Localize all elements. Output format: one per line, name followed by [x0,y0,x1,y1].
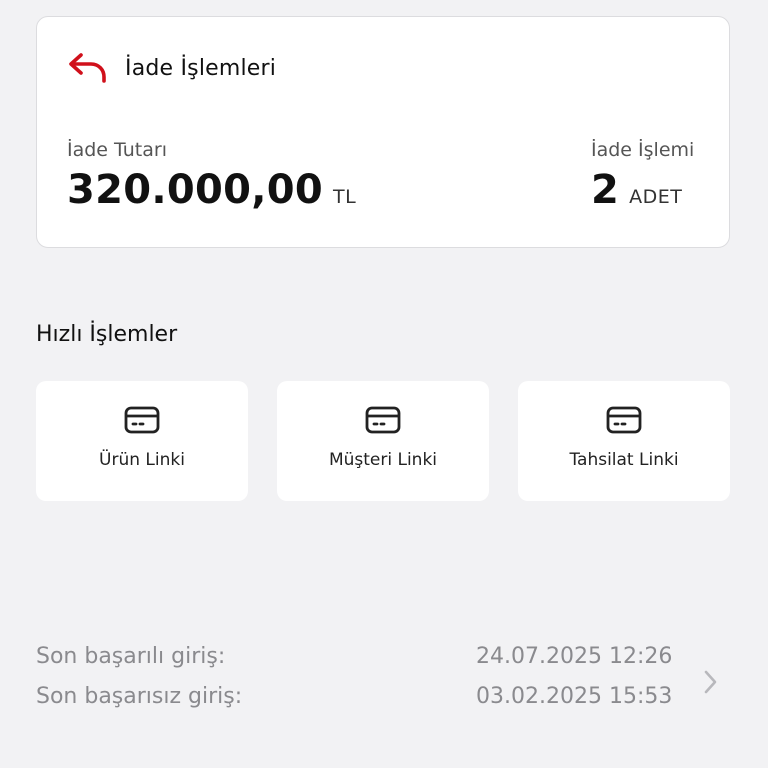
refund-amount-stat: İade Tutarı 320.000,00 TL [67,139,356,213]
refund-summary-card: İade İşlemleri İade Tutarı 320.000,00 TL… [36,16,730,248]
refund-count-value: 2 [591,167,620,213]
refund-amount-label: İade Tutarı [67,139,167,161]
quick-actions-grid: Ürün Linki Müşteri Linki Tahsilat Linki [36,381,730,501]
card-icon [124,406,160,434]
last-failed-login-label: Son başarısız giriş: [36,684,243,709]
refund-amount-unit: TL [333,186,357,208]
chevron-right-icon[interactable] [700,668,720,696]
quick-actions-title: Hızlı İşlemler [36,322,178,347]
last-successful-login-value: 24.07.2025 12:26 [476,644,673,669]
login-history[interactable]: Son başarılı giriş: 24.07.2025 12:26 Son… [36,640,736,720]
collection-link-button[interactable]: Tahsilat Linki [518,381,730,501]
customer-link-button[interactable]: Müşteri Linki [277,381,489,501]
product-link-button[interactable]: Ürün Linki [36,381,248,501]
card-icon [365,406,401,434]
refund-amount-value: 320.000,00 [67,167,324,213]
customer-link-label: Müşteri Linki [328,450,438,470]
refund-count-stat: İade İşlemi 2 ADET [591,139,694,213]
refund-count-row: 2 ADET [591,167,694,213]
collection-link-label: Tahsilat Linki [569,450,679,470]
refund-count-label: İade İşlemi [591,139,695,161]
refund-amount-row: 320.000,00 TL [67,167,356,213]
last-failed-login-value: 03.02.2025 15:53 [476,684,673,709]
refund-count-unit: ADET [629,186,683,208]
card-title: İade İşlemleri [125,55,277,81]
card-header: İade İşlemleri [67,50,276,86]
page: İade İşlemleri İade Tutarı 320.000,00 TL… [0,0,768,768]
card-icon [606,406,642,434]
last-successful-login-label: Son başarılı giriş: [36,644,226,669]
product-link-label: Ürün Linki [99,450,185,470]
undo-arrow-icon[interactable] [67,50,109,86]
